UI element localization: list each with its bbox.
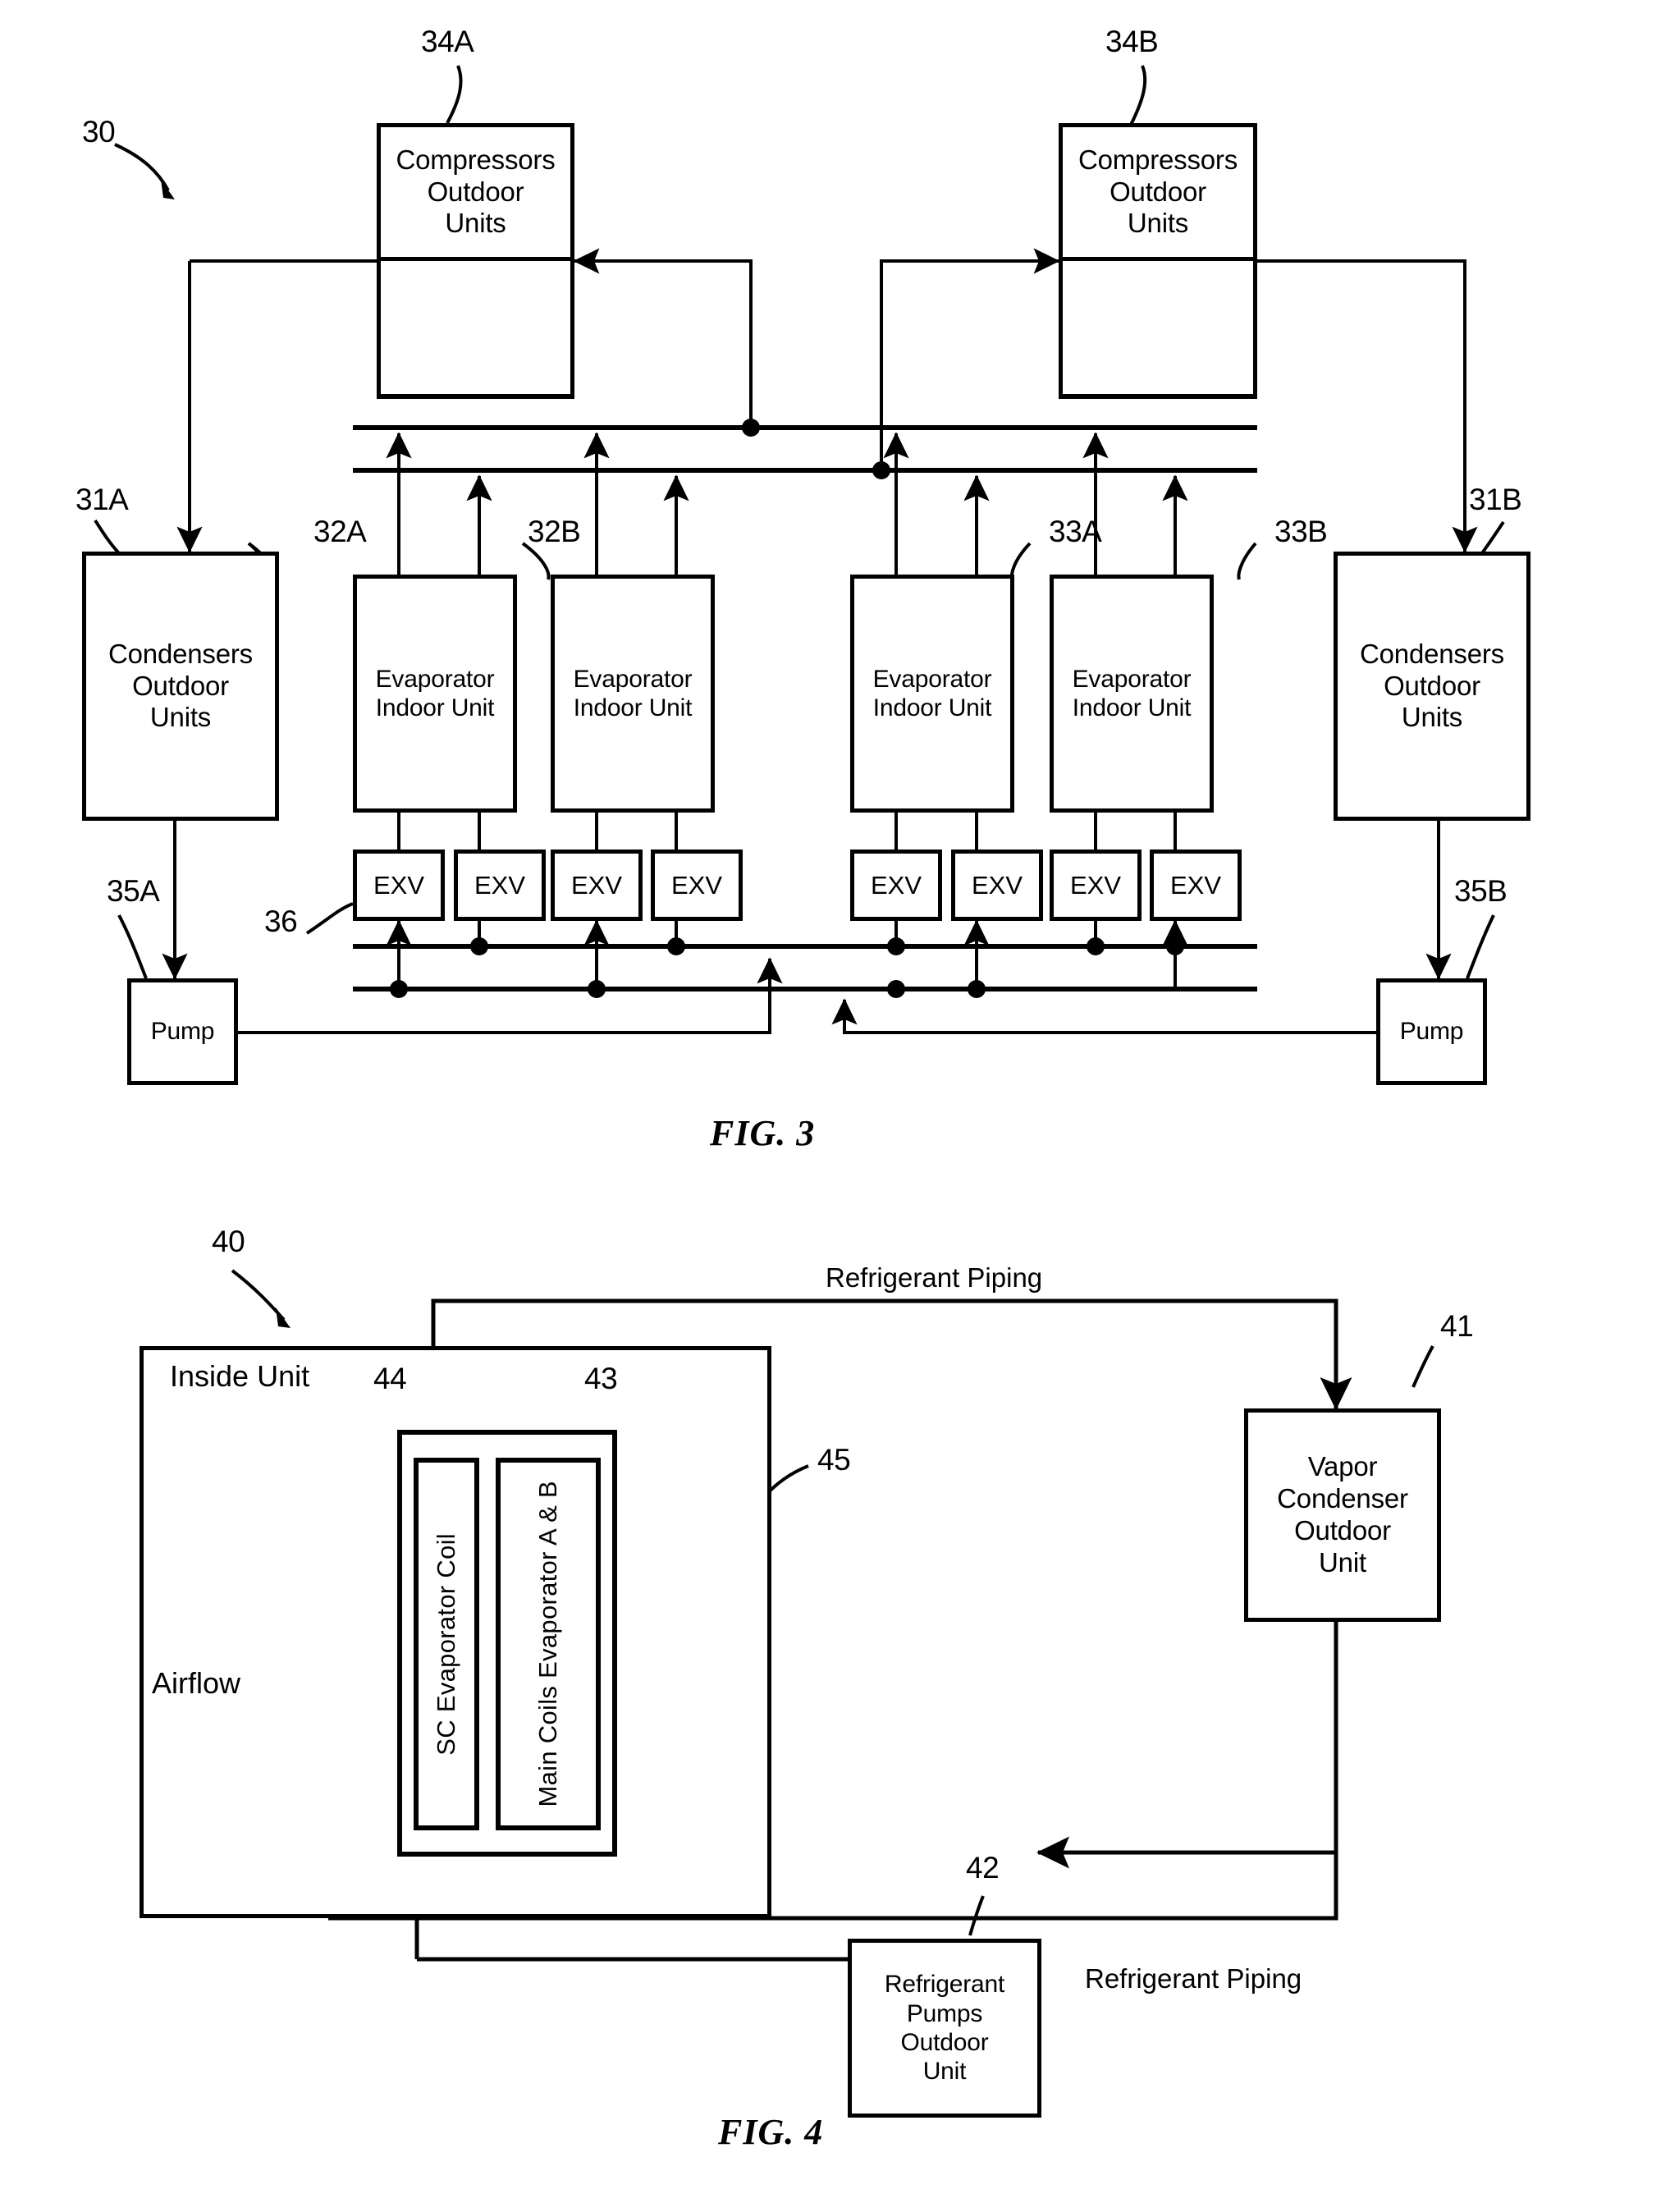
block-evaporator-indoor-unit-4[interactable]: Evaporator Indoor Unit <box>1050 575 1214 813</box>
block-compressors-outdoor-units-b[interactable]: Compressors Outdoor Units <box>1059 123 1257 261</box>
block-line: Outdoor <box>1294 1515 1391 1546</box>
block-evaporator-indoor-unit-3[interactable]: Evaporator Indoor Unit <box>850 575 1014 813</box>
block-line: Evaporator <box>1072 665 1192 693</box>
block-main-coils-evaporator[interactable]: Main Coils Evaporator A & B <box>496 1458 601 1830</box>
ref-label-33B: 33B <box>1274 515 1328 548</box>
exv-valve-3[interactable]: EXV <box>551 850 643 921</box>
block-line: Indoor Unit <box>573 694 693 721</box>
block-line: Units <box>149 702 212 733</box>
block-b-left-wall-extension <box>1059 261 1063 398</box>
block-line: Outdoor <box>1384 670 1480 701</box>
exv-label: EXV <box>570 870 623 900</box>
exv-label: EXV <box>1069 870 1122 900</box>
ref-label-34A: 34A <box>421 25 474 58</box>
main-coils-label: Main Coils Evaporator A & B <box>533 1481 562 1807</box>
block-evaporator-indoor-unit-2[interactable]: Evaporator Indoor Unit <box>551 575 715 813</box>
figure-caption-4: FIG. 4 <box>718 2112 824 2152</box>
exv-valve-6[interactable]: EXV <box>951 850 1043 921</box>
refrigerant-piping-bottom-label: Refrigerant Piping <box>1085 1963 1302 1994</box>
block-line: Outdoor <box>427 176 524 207</box>
block-line: Pumps <box>906 1999 983 2027</box>
ref-label-30: 30 <box>82 115 116 149</box>
exv-label: EXV <box>870 870 922 900</box>
ref-label-35B: 35B <box>1454 874 1508 908</box>
ref-label-33A: 33A <box>1049 515 1102 548</box>
block-a-left-wall-extension <box>377 261 381 398</box>
block-line: Outdoor <box>1110 176 1206 207</box>
exv-label: EXV <box>1169 870 1222 900</box>
ref-label-40: 40 <box>212 1225 245 1258</box>
block-a-right-wall-extension <box>570 261 574 398</box>
airflow-label: Airflow <box>152 1666 241 1700</box>
ref-label-31A: 31A <box>75 483 129 516</box>
block-pump-b[interactable]: Pump <box>1376 978 1487 1085</box>
block-evaporator-indoor-unit-1[interactable]: Evaporator Indoor Unit <box>353 575 517 813</box>
block-line: Unit <box>922 2058 967 2086</box>
ref-label-31B: 31B <box>1469 483 1522 516</box>
block-sc-evaporator-coil[interactable]: SC Evaporator Coil <box>414 1458 479 1830</box>
block-line: Vapor <box>1307 1451 1378 1482</box>
block-b-right-wall-extension <box>1253 261 1257 398</box>
inside-unit-label: Inside Unit <box>170 1359 310 1393</box>
pump-label: Pump <box>150 1018 215 1046</box>
block-line: Condensers <box>1360 638 1504 669</box>
block-line: Outdoor <box>900 2029 989 2056</box>
block-line: Evaporator <box>872 665 992 693</box>
block-refrigerant-pumps-outdoor-unit[interactable]: Refrigerant Pumps Outdoor Unit <box>848 1939 1041 2118</box>
block-pump-a[interactable]: Pump <box>127 978 238 1085</box>
ref-label-42: 42 <box>966 1851 1000 1885</box>
block-line: Indoor Unit <box>1072 694 1192 721</box>
block-line: Condensers <box>108 638 253 669</box>
refrigerant-piping-top-label: Refrigerant Piping <box>826 1262 1043 1293</box>
ref-label-35A: 35A <box>107 874 160 908</box>
block-line: Compressors <box>1077 144 1238 175</box>
block-condensers-outdoor-units-b[interactable]: Condensers Outdoor Units <box>1334 552 1530 821</box>
exv-label: EXV <box>670 870 723 900</box>
ref-label-34B: 34B <box>1105 25 1159 58</box>
exv-valve-7[interactable]: EXV <box>1050 850 1142 921</box>
patent-figure-sheet: 30 34A Compressors Outdoor Units 34B Com… <box>0 0 1670 2212</box>
block-compressors-outdoor-units-a[interactable]: Compressors Outdoor Units <box>377 123 574 261</box>
block-line: Units <box>445 208 506 239</box>
ref-label-44: 44 <box>373 1362 407 1395</box>
exv-valve-8[interactable]: EXV <box>1150 850 1242 921</box>
exv-valve-2[interactable]: EXV <box>454 850 546 921</box>
block-line: Evaporator <box>573 665 693 693</box>
ref-label-36: 36 <box>264 904 298 938</box>
block-line: Indoor Unit <box>375 694 495 721</box>
sc-evaporator-coil-label: SC Evaporator Coil <box>432 1532 460 1756</box>
block-line: Units <box>1401 702 1463 733</box>
block-line: Compressors <box>396 144 556 175</box>
ref-label-32B: 32B <box>528 515 581 548</box>
exv-valve-1[interactable]: EXV <box>353 850 445 921</box>
block-line: Indoor Unit <box>872 694 992 721</box>
block-vapor-condenser-outdoor-unit[interactable]: Vapor Condenser Outdoor Unit <box>1244 1408 1441 1622</box>
block-line: Unit <box>1319 1546 1366 1578</box>
exv-label: EXV <box>971 870 1023 900</box>
block-line: Outdoor <box>132 670 229 701</box>
ref-label-32A: 32A <box>313 515 367 548</box>
block-condensers-outdoor-units-a[interactable]: Condensers Outdoor Units <box>82 552 279 821</box>
block-line: Refrigerant <box>884 1971 1005 1999</box>
figure-content-layer: 30 34A Compressors Outdoor Units 34B Com… <box>0 0 1670 2212</box>
ref-label-45: 45 <box>817 1443 851 1477</box>
exv-label: EXV <box>373 870 425 900</box>
ref-label-41: 41 <box>1440 1309 1474 1343</box>
block-line: Condenser <box>1277 1483 1408 1514</box>
block-line: Units <box>1127 208 1189 239</box>
block-line: Evaporator <box>375 665 495 693</box>
exv-valve-4[interactable]: EXV <box>651 850 743 921</box>
exv-label: EXV <box>474 870 526 900</box>
figure-caption-3: FIG. 3 <box>710 1113 816 1153</box>
exv-valve-5[interactable]: EXV <box>850 850 942 921</box>
block-b-bottom-wall <box>1059 394 1257 399</box>
block-a-bottom-wall <box>377 394 574 399</box>
pump-label: Pump <box>1399 1018 1464 1046</box>
ref-label-43: 43 <box>584 1362 618 1395</box>
